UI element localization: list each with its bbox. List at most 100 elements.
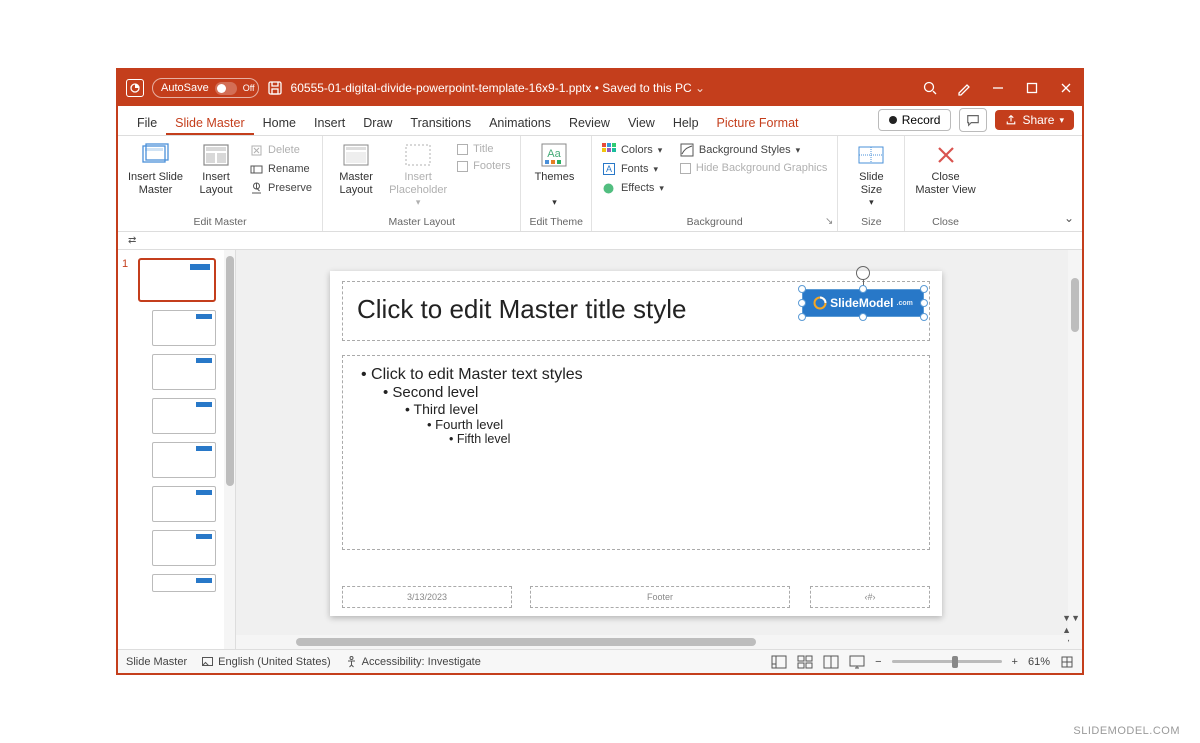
- pen-icon[interactable]: [956, 80, 972, 96]
- resize-handle[interactable]: [920, 299, 928, 307]
- checkbox-icon: [680, 163, 691, 174]
- dialog-launcher-icon[interactable]: ↘: [825, 216, 833, 227]
- search-icon[interactable]: [922, 80, 938, 96]
- normal-view-icon[interactable]: [771, 655, 787, 669]
- maximize-icon[interactable]: [1024, 80, 1040, 96]
- sorter-view-icon[interactable]: [797, 655, 813, 669]
- slideshow-view-icon[interactable]: [849, 655, 865, 669]
- watermark: SLIDEMODEL.COM: [1073, 725, 1180, 737]
- slide-number-placeholder[interactable]: ‹#›: [810, 586, 930, 608]
- accessibility-status[interactable]: Accessibility: Investigate: [345, 655, 481, 668]
- group-background: Colors ▾ AFonts ▾ Effects ▾ Background S…: [592, 136, 838, 231]
- document-title[interactable]: 60555-01-digital-divide-powerpoint-templ…: [291, 81, 706, 95]
- canvas-vertical-scrollbar[interactable]: [1068, 250, 1082, 649]
- slide-size-button[interactable]: Slide Size ▾: [846, 140, 896, 214]
- save-button[interactable]: [267, 80, 283, 96]
- preserve-button[interactable]: Preserve: [247, 180, 314, 196]
- autosave-switch[interactable]: [215, 82, 237, 95]
- canvas-horizontal-scrollbar[interactable]: [236, 635, 1068, 649]
- background-styles-button[interactable]: Background Styles ▾: [678, 142, 829, 158]
- titlebar: AutoSave Off 60555-01-digital-divide-pow…: [118, 70, 1082, 106]
- nav-down-double-icon[interactable]: ▼▼: [1062, 613, 1080, 623]
- minimize-icon[interactable]: [990, 80, 1006, 96]
- layout-thumbnail[interactable]: [152, 574, 216, 592]
- layout-thumbnail[interactable]: [152, 530, 216, 566]
- fonts-button[interactable]: AFonts ▾: [600, 161, 666, 177]
- language-status[interactable]: English (United States): [201, 655, 331, 668]
- nav-up-icon[interactable]: ▲: [1062, 625, 1080, 635]
- close-icon[interactable]: [1058, 80, 1074, 96]
- insert-slide-master-button[interactable]: Insert Slide Master: [126, 140, 185, 214]
- layout-thumbnail[interactable]: [152, 398, 216, 434]
- comments-button[interactable]: [959, 108, 987, 132]
- delete-icon: [249, 143, 263, 157]
- tab-draw[interactable]: Draw: [354, 111, 401, 135]
- resize-handle[interactable]: [920, 313, 928, 321]
- tab-review[interactable]: Review: [560, 111, 619, 135]
- themes-icon: Aa: [539, 142, 569, 168]
- rename-button[interactable]: Rename: [247, 161, 314, 177]
- tab-animations[interactable]: Animations: [480, 111, 560, 135]
- tab-help[interactable]: Help: [664, 111, 708, 135]
- slide-master-canvas[interactable]: Click to edit Master title style • Click…: [330, 271, 942, 616]
- master-layout-button[interactable]: Master Layout: [331, 140, 381, 214]
- body-placeholder[interactable]: • Click to edit Master text styles • Sec…: [342, 355, 930, 550]
- slide-canvas-area[interactable]: Click to edit Master title style • Click…: [236, 250, 1082, 649]
- group-size: Slide Size ▾ Size: [838, 136, 905, 231]
- master-number: 1: [122, 258, 128, 270]
- tab-insert[interactable]: Insert: [305, 111, 354, 135]
- record-button[interactable]: Record: [878, 109, 952, 131]
- tab-view[interactable]: View: [619, 111, 664, 135]
- resize-handle[interactable]: [859, 313, 867, 321]
- themes-button[interactable]: Aa Themes▾: [529, 140, 579, 214]
- layout-thumbnail[interactable]: [152, 310, 216, 346]
- resize-handle[interactable]: [798, 313, 806, 321]
- resize-handle[interactable]: [920, 285, 928, 293]
- tab-file[interactable]: File: [128, 111, 166, 135]
- rename-icon: [249, 162, 263, 176]
- autosave-state: Off: [243, 83, 255, 93]
- zoom-slider[interactable]: [892, 660, 1002, 663]
- tab-transitions[interactable]: Transitions: [401, 111, 480, 135]
- zoom-percent[interactable]: 61%: [1028, 656, 1050, 668]
- fonts-icon: A: [602, 162, 616, 176]
- footers-checkbox: Footers: [455, 159, 512, 173]
- quick-access-bar: ⇄: [118, 232, 1082, 250]
- master-layout-icon: [341, 142, 371, 168]
- thumbnails-scrollbar[interactable]: [224, 250, 236, 649]
- close-x-icon: [931, 142, 961, 168]
- slide-thumbnails-pane[interactable]: 1: [118, 250, 236, 649]
- qat-chevron-icon[interactable]: ⇄: [128, 235, 136, 246]
- menu-bar: File Slide Master Home Insert Draw Trans…: [118, 106, 1082, 136]
- tab-slide-master[interactable]: Slide Master: [166, 111, 253, 135]
- zoom-out-icon[interactable]: −: [875, 656, 881, 668]
- close-master-view-button[interactable]: Close Master View: [913, 140, 977, 214]
- colors-button[interactable]: Colors ▾: [600, 142, 666, 158]
- master-thumbnail[interactable]: [138, 258, 216, 302]
- layout-thumbnail[interactable]: [152, 486, 216, 522]
- zoom-in-icon[interactable]: +: [1012, 656, 1018, 668]
- resize-handle[interactable]: [859, 285, 867, 293]
- reading-view-icon[interactable]: [823, 655, 839, 669]
- ribbon-collapse-icon[interactable]: ⌄: [1064, 211, 1074, 225]
- effects-button[interactable]: Effects ▾: [600, 180, 666, 196]
- status-bar: Slide Master English (United States) Acc…: [118, 649, 1082, 673]
- fit-to-window-icon[interactable]: [1060, 655, 1074, 669]
- selected-logo-picture[interactable]: SlideModel.com: [802, 289, 924, 317]
- share-button[interactable]: Share▾: [995, 110, 1074, 130]
- colors-icon: [602, 143, 616, 157]
- autosave-label: AutoSave: [161, 82, 209, 94]
- autosave-toggle[interactable]: AutoSave Off: [152, 78, 259, 98]
- resize-handle[interactable]: [798, 285, 806, 293]
- layout-thumbnail[interactable]: [152, 442, 216, 478]
- resize-handle[interactable]: [798, 299, 806, 307]
- placeholder-icon: [403, 142, 433, 168]
- insert-layout-button[interactable]: Insert Layout: [191, 140, 241, 214]
- tab-picture-format[interactable]: Picture Format: [708, 111, 808, 135]
- powerpoint-app-icon: [126, 79, 144, 97]
- layout-thumbnail[interactable]: [152, 354, 216, 390]
- tab-home[interactable]: Home: [254, 111, 305, 135]
- footer-placeholder[interactable]: Footer: [530, 586, 790, 608]
- date-placeholder[interactable]: 3/13/2023: [342, 586, 512, 608]
- rotate-handle-icon[interactable]: [856, 266, 870, 280]
